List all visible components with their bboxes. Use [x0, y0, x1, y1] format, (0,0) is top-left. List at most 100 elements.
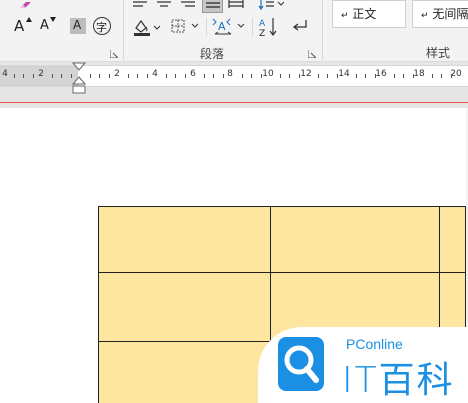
ruler-number: 20	[450, 69, 462, 79]
ruler-tick	[251, 74, 252, 78]
ruler-tick	[61, 74, 62, 78]
ruler-tick	[89, 74, 91, 78]
ruler-tick	[374, 74, 376, 78]
font-paragraph-separator	[123, 0, 124, 60]
shading-icon[interactable]	[132, 18, 162, 36]
ruler-tick	[165, 74, 167, 78]
ruler-number: 2	[38, 69, 44, 79]
ruler-tick	[184, 74, 186, 78]
ruler-tick	[127, 74, 129, 78]
enclose-char-button[interactable]: 字	[93, 17, 111, 35]
table-cell[interactable]	[269, 206, 441, 273]
ruler-number: 2	[114, 69, 120, 79]
ruler-number: 6	[190, 69, 196, 79]
ruler-number: 14	[338, 69, 350, 79]
style-normal[interactable]: ↵ 正文	[332, 0, 406, 28]
ruler-number: 12	[300, 69, 312, 79]
grow-font-label: A	[14, 17, 25, 35]
distributed-icon[interactable]	[228, 0, 244, 10]
text-direction-icon[interactable]: A	[212, 16, 248, 38]
paragraph-styles-separator	[322, 0, 323, 60]
ruler-tick	[203, 74, 205, 78]
ruler-tick	[412, 74, 414, 78]
ruler-tick	[441, 74, 442, 78]
ruler-tick	[13, 74, 15, 78]
table-cell[interactable]	[98, 341, 271, 403]
shrink-font-button[interactable]: A	[40, 17, 60, 35]
watermark-brand-en: PConline	[346, 336, 403, 352]
sort-icon[interactable]: A Z	[258, 16, 280, 38]
ruler-tick	[99, 74, 100, 78]
font-dialog-launcher-icon[interactable]	[110, 50, 118, 58]
ruler-number: 8	[227, 69, 233, 79]
ruler-tick	[222, 74, 224, 78]
borders-icon[interactable]	[170, 18, 202, 34]
watermark-brand-cn: IT百科	[342, 360, 455, 401]
style-no-spacing[interactable]: ↵ 无间隔	[412, 0, 468, 28]
paragraph-inner-separator-2	[252, 18, 253, 36]
ruler-tick	[355, 74, 357, 78]
ruler-tick	[289, 74, 290, 78]
ruler-tick	[317, 74, 319, 78]
table-cell[interactable]	[98, 206, 271, 273]
paragraph-group-label: 段落	[200, 47, 225, 61]
ruler-tick	[327, 74, 328, 78]
first-line-indent-marker-icon[interactable]	[72, 62, 86, 72]
paragraph-mark-icon[interactable]	[290, 18, 310, 36]
ruler-tick	[51, 74, 53, 78]
clear-format-icon[interactable]	[18, 0, 34, 10]
ruler-number: 10	[262, 69, 274, 79]
justify-button[interactable]	[202, 0, 223, 13]
paragraph-inner-separator	[206, 18, 207, 36]
hanging-indent-marker-icon[interactable]	[72, 76, 86, 94]
ruler-tick	[450, 74, 452, 78]
style-normal-label: 正文	[352, 7, 377, 21]
paragraph-mark-small-icon: ↵	[341, 11, 349, 21]
ruler-tick	[260, 74, 262, 78]
enclose-char-label: 字	[96, 21, 107, 34]
svg-text:A: A	[218, 20, 226, 33]
svg-text:A: A	[259, 19, 266, 29]
ruler-tick	[146, 74, 148, 78]
ruler-tick	[365, 74, 366, 78]
ruler-tick	[137, 74, 138, 78]
grow-font-button[interactable]: A	[14, 17, 34, 35]
caret-down-icon	[50, 17, 56, 22]
ruler-tick	[279, 74, 281, 78]
style-no-spacing-label: 无间隔	[432, 7, 468, 21]
align-center-icon[interactable]	[156, 0, 172, 8]
align-right-icon[interactable]	[180, 0, 196, 8]
ruler-red-line	[0, 102, 468, 103]
table-row	[98, 206, 466, 273]
align-left-icon[interactable]	[132, 0, 148, 8]
paragraph-dialog-launcher-icon[interactable]	[308, 50, 316, 58]
ruler-number: 4	[2, 69, 8, 79]
horizontal-ruler[interactable]: 4 2 2 4 6 8 10 12 14 16 18 20	[0, 65, 468, 87]
ruler-tick	[336, 74, 338, 78]
ruler-tick	[108, 74, 110, 78]
ruler-tick	[298, 74, 300, 78]
pconline-magnifier-logo-icon	[278, 337, 324, 391]
char-shading-label: A	[73, 18, 82, 32]
pconline-watermark: PConline IT百科	[258, 327, 468, 403]
ribbon: A A A 字 A A Z 段落 ↵ 正文 ↵ 无间隔 样式	[0, 0, 468, 62]
shrink-font-label: A	[40, 18, 49, 33]
ruler-tick	[403, 74, 404, 78]
ruler-tick	[241, 74, 243, 78]
justify-icon	[206, 2, 220, 8]
ruler-tick	[213, 74, 214, 78]
table-cell[interactable]	[439, 206, 466, 273]
styles-group-label: 样式	[426, 46, 451, 60]
ruler-number: 18	[413, 69, 425, 79]
ruler-tick	[32, 74, 34, 78]
ruler-tick	[23, 74, 24, 78]
ruler-tick	[393, 74, 395, 78]
table-cell[interactable]	[98, 272, 271, 342]
ruler-tick	[431, 74, 433, 78]
line-spacing-icon[interactable]	[258, 0, 286, 10]
char-shading-button[interactable]: A	[70, 18, 86, 34]
ruler-number: 16	[375, 69, 387, 79]
paragraph-mark-small-icon: ↵	[421, 11, 429, 21]
ruler-tick	[175, 74, 176, 78]
ruler-number: 4	[152, 69, 158, 79]
